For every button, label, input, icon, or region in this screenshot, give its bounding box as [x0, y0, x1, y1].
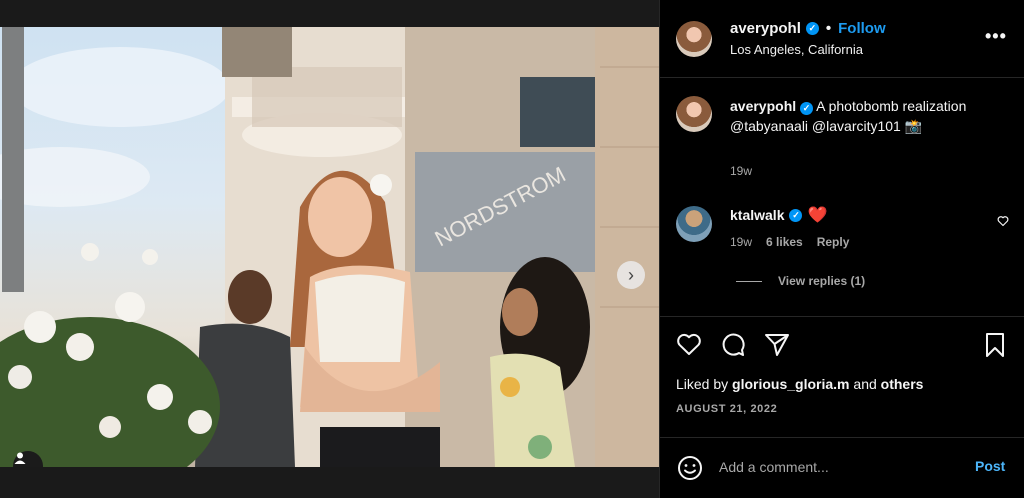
post-side-panel: averypohl ✓ • Follow Los Angeles, Califo… — [659, 0, 1024, 498]
photo-scene: NORDSTROM — [0, 27, 659, 467]
commenter-avatar[interactable] — [676, 206, 712, 242]
author-avatar[interactable] — [676, 21, 712, 57]
comment-composer: Post — [660, 437, 1024, 498]
verified-badge-icon: ✓ — [800, 102, 814, 115]
post-caption: averypohl ✓ A photobomb realization @tab… — [730, 96, 970, 136]
post-location[interactable]: Los Angeles, California — [730, 42, 863, 57]
comment-like-button[interactable] — [997, 214, 1009, 232]
view-replies-button[interactable]: View replies (1) — [736, 274, 865, 288]
post-comment-button[interactable]: Post — [975, 458, 1005, 474]
commenter-username[interactable]: ktalwalk — [730, 207, 784, 223]
liked-by-prefix: Liked by — [676, 376, 729, 392]
reply-button[interactable]: Reply — [817, 235, 850, 249]
separator-dot: • — [825, 20, 832, 37]
save-button[interactable] — [984, 332, 1006, 363]
comment-timestamp[interactable]: 19w — [730, 235, 752, 249]
bookmark-icon — [986, 333, 1004, 357]
verified-badge-icon: ✓ — [805, 22, 819, 35]
heart-icon — [997, 216, 1009, 227]
liked-by-joiner: and — [853, 376, 877, 392]
comment-likes[interactable]: 6 likes — [766, 235, 803, 249]
liked-by: Liked by glorious_gloria.m and others — [676, 376, 923, 392]
heart-icon — [677, 333, 701, 355]
replies-divider — [736, 280, 762, 282]
caption-timestamp[interactable]: 19w — [730, 164, 752, 178]
caption-avatar[interactable] — [676, 96, 712, 132]
chevron-right-icon: › — [628, 265, 634, 285]
post-photo[interactable]: NORDSTROM › — [0, 27, 659, 467]
user-tag-icon — [14, 452, 26, 464]
comment-meta: 19w 6 likes Reply — [730, 235, 849, 249]
verified-badge-icon: ✓ — [789, 208, 803, 222]
share-button[interactable] — [764, 332, 790, 363]
post-window: NORDSTROM › averypohl ✓ • Follow Los Ang… — [0, 0, 1024, 498]
paper-plane-icon — [765, 334, 789, 356]
emoji-button[interactable] — [677, 455, 703, 486]
comment-text: ❤️ — [807, 207, 828, 224]
liked-by-user[interactable]: glorious_gloria.m — [732, 376, 849, 392]
view-replies-label: View replies (1) — [778, 274, 866, 288]
follow-button[interactable]: Follow — [838, 20, 886, 37]
comment-bubble-icon — [722, 333, 745, 356]
comment-input[interactable] — [719, 456, 959, 478]
author-line: averypohl ✓ • Follow — [730, 20, 886, 37]
caption-username[interactable]: averypohl — [730, 98, 796, 114]
action-bar — [660, 316, 1024, 371]
liked-by-others[interactable]: others — [881, 376, 924, 392]
author-username[interactable]: averypohl — [730, 20, 801, 37]
comment-line: ktalwalk ✓ ❤️ — [730, 205, 827, 225]
next-photo-button[interactable]: › — [617, 261, 645, 289]
comment-button[interactable] — [720, 332, 746, 363]
smiley-icon — [678, 456, 702, 480]
post-header: averypohl ✓ • Follow Los Angeles, Califo… — [660, 0, 1024, 78]
more-options-button[interactable]: ••• — [985, 26, 1007, 47]
like-button[interactable] — [676, 332, 702, 361]
post-date[interactable]: AUGUST 21, 2022 — [676, 403, 777, 415]
